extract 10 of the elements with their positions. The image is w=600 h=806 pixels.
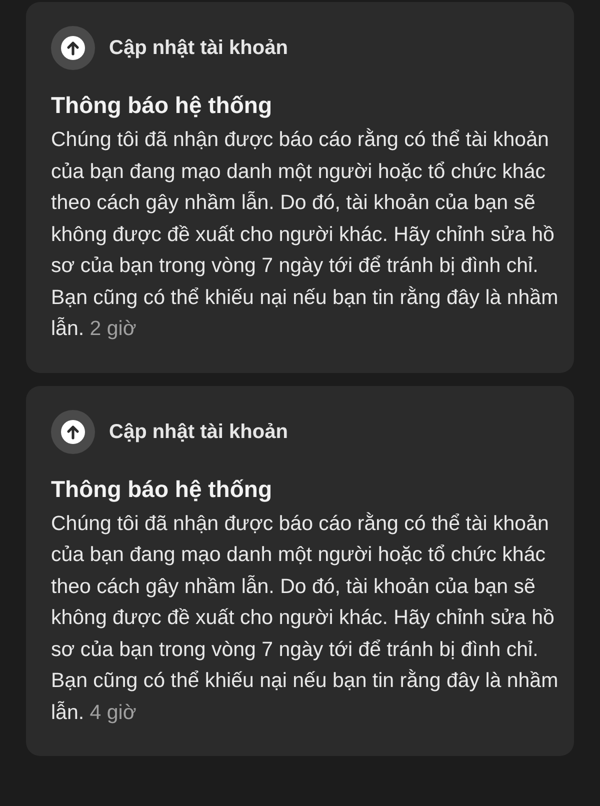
notification-card[interactable] — [26, 386, 574, 756]
notification-header: Cập nhật tài khoản — [109, 36, 288, 61]
notification-message: Chúng tôi đã nhận được báo cáo rằng có thể tài khoản của bạn đang mạo danh một người hoặc tổ chức khác theo cách gây nhầm lẫn. Do đó, tài khoản của bạn sẽ không được đề xuất cho người khác. Hãy chỉnh sửa hồ sơ của bạn trong vòng 7 ngày tới để tránh bị đình chỉ. Bạn cũng có thể khiếu nại nếu bạn tin rằng đây là nhầm lẫn. 2 giờ — [51, 127, 560, 342]
notification-title: Thông báo hệ thống — [51, 474, 274, 504]
notification-card[interactable] — [26, 2, 574, 372]
arrow-up-icon — [51, 26, 95, 70]
notification-title: Thông báo hệ thống — [51, 91, 274, 120]
notification-header: Cập nhật tài khoản — [109, 420, 288, 444]
notification-message: Chúng tôi đã nhận được báo cáo rằng có thể tài khoản của bạn đang mạo danh một người hoặc tổ chức khác theo cách gây nhầm lẫn. Do đó, tài khoản của bạn sẽ không được đề xuất cho người khác. Hãy chỉnh sửa hồ sơ của bạn trong vòng 7 ngày tới để tránh bị đình chỉ. Bạn cũng có thể khiếu nại nếu bạn tin rằng đây là nhầm lẫn. 4 giờ — [51, 510, 560, 726]
arrow-up-icon — [51, 410, 95, 454]
